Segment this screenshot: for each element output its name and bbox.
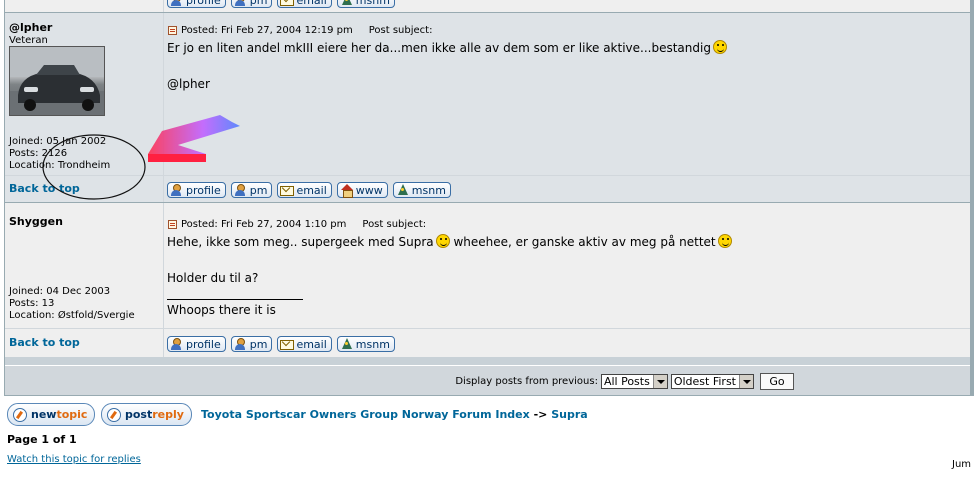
breadcrumb-forum-index[interactable]: Toyota Sportscar Owners Group Norway For…: [201, 408, 530, 421]
avatar: [9, 46, 105, 116]
post-count: Posts: 2126: [9, 148, 68, 159]
post-text: Holder du til a?: [167, 271, 259, 285]
email-button[interactable]: email: [277, 336, 332, 352]
pagination: Page 1 of 1: [7, 433, 77, 446]
www-button[interactable]: www: [336, 182, 388, 198]
email-icon: [280, 338, 295, 350]
email-button[interactable]: email: [277, 0, 332, 8]
post-reply-button[interactable]: postreply: [101, 403, 192, 426]
profile-button[interactable]: profile: [167, 182, 226, 198]
post-header: Posted: Fri Feb 27, 2004 12:19 pm Post s…: [168, 25, 432, 36]
location: Location: Trondheim: [9, 160, 111, 171]
pm-icon: [234, 0, 247, 6]
profile-icon: [170, 338, 183, 350]
display-options-row: Display posts from previous: All Posts O…: [5, 365, 970, 395]
watch-topic-link[interactable]: Watch this topic for replies: [7, 454, 141, 465]
display-label: Display posts from previous:: [455, 376, 598, 387]
joined-date: Joined: 05 Jan 2002: [9, 136, 107, 147]
location: Location: Østfold/Svergie: [9, 310, 135, 321]
chevron-down-icon: [652, 375, 667, 388]
grin-icon: [717, 234, 732, 248]
email-icon: [280, 0, 295, 6]
profile-icon: [170, 184, 183, 196]
joined-date: Joined: 04 Dec 2003: [9, 286, 111, 297]
pencil-icon: [107, 407, 121, 422]
pm-icon: [234, 184, 247, 196]
range-select[interactable]: All Posts: [600, 374, 668, 389]
post-subject: Post subject:: [362, 219, 427, 230]
post-buttons: profile pm email msnm: [167, 336, 395, 352]
prev-post-left: [5, 0, 164, 12]
email-button[interactable]: email: [277, 182, 332, 198]
chevron-down-icon: [739, 375, 753, 388]
post-header: Posted: Fri Feb 27, 2004 1:10 pm Post su…: [168, 219, 426, 230]
post-buttons: profile pm email www msnm: [167, 182, 451, 198]
avatar-car-image: [10, 47, 104, 115]
profile-button[interactable]: profile: [167, 0, 226, 8]
post-text: Er jo en liten andel mkIII eiere her da.…: [167, 41, 711, 55]
grin-icon: [435, 234, 450, 248]
post-body: Hehe, ikke som meg.. supergeek med Supra…: [167, 233, 732, 319]
pm-button[interactable]: pm: [230, 336, 273, 352]
back-to-top-link[interactable]: Back to top: [9, 182, 80, 195]
smile-icon: [712, 40, 727, 54]
prev-post-buttons: profile pm email msnm: [167, 0, 395, 8]
spacer-row: [5, 357, 970, 365]
signature-divider: [167, 299, 303, 300]
forum-topic-view: profile pm email msnm @lpher Veteran Joi…: [0, 0, 974, 398]
msnm-button[interactable]: msnm: [336, 336, 395, 352]
back-to-top-link[interactable]: Back to top: [9, 336, 80, 349]
msnm-button[interactable]: msnm: [336, 0, 395, 8]
post-username[interactable]: Shyggen: [9, 215, 63, 228]
post-subject: Post subject:: [368, 25, 433, 36]
profile-button[interactable]: profile: [167, 336, 226, 352]
pm-button[interactable]: pm: [230, 0, 273, 8]
email-icon: [280, 184, 295, 196]
pencil-icon: [13, 407, 27, 422]
post-author-meta: Joined: 04 Dec 2003 Posts: 13 Location: …: [9, 286, 135, 322]
home-icon: [340, 184, 353, 198]
post-text: Hehe, ikke som meg.. supergeek med Supra: [167, 235, 434, 249]
pm-icon: [234, 338, 247, 350]
post-content-cell: [164, 13, 970, 175]
post-text: wheehee, er ganske aktiv av meg på nette…: [449, 235, 716, 249]
post-icon[interactable]: [168, 26, 177, 35]
msnm-icon: [340, 338, 353, 350]
breadcrumb: Toyota Sportscar Owners Group Norway For…: [201, 408, 588, 421]
post-count: Posts: 13: [9, 298, 55, 309]
post-rank: Veteran: [9, 35, 48, 46]
profile-icon: [170, 0, 183, 6]
post-username[interactable]: @lpher: [9, 21, 52, 34]
posted-date: Posted: Fri Feb 27, 2004 12:19 pm: [181, 25, 353, 36]
signature: Whoops there it is: [167, 303, 276, 317]
post-author-meta: Joined: 05 Jan 2002 Posts: 2126 Location…: [9, 136, 110, 172]
post-icon[interactable]: [168, 220, 177, 229]
msnm-icon: [340, 0, 353, 6]
post-text: @lpher: [167, 77, 210, 91]
msnm-button[interactable]: msnm: [392, 182, 451, 198]
order-select[interactable]: Oldest First: [670, 374, 754, 389]
display-options: Display posts from previous: All Posts O…: [455, 373, 794, 390]
post-body: Er jo en liten andel mkIII eiere her da.…: [167, 39, 727, 93]
breadcrumb-forum[interactable]: Supra: [551, 408, 587, 421]
posted-date: Posted: Fri Feb 27, 2004 1:10 pm: [181, 219, 347, 230]
post-text: [167, 57, 727, 75]
new-topic-button[interactable]: newtopic: [7, 403, 96, 426]
go-button[interactable]: Go: [760, 373, 794, 390]
jump-to-label: Jum: [952, 459, 972, 470]
msnm-icon: [396, 184, 409, 196]
pm-button[interactable]: pm: [230, 182, 273, 198]
